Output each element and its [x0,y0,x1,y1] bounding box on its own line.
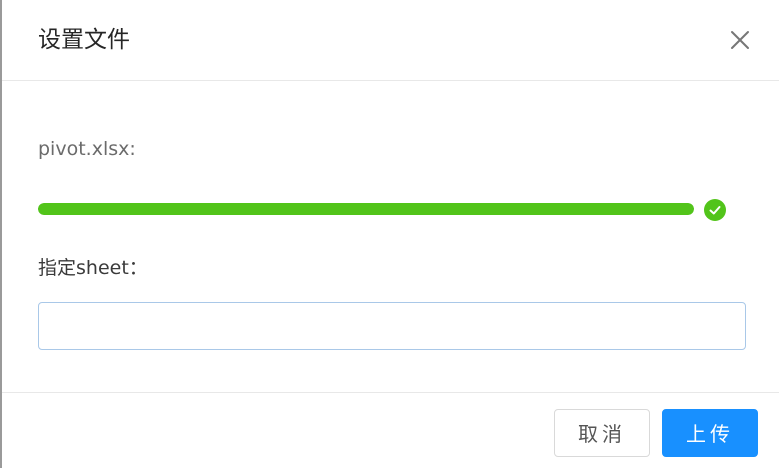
check-circle-icon [709,206,721,215]
cancel-button[interactable]: 取消 [554,409,650,457]
upload-success-status [704,199,726,221]
dialog-title: 设置文件 [38,27,130,53]
upload-progress-fill [38,203,694,215]
sheet-label: 指定sheet： [38,257,148,279]
file-name: pivot.xlsx: [38,138,136,160]
upload-settings-dialog: 设置文件 pivot.xlsx: 指定sheet： 取消 上传 [0,0,779,468]
upload-progress-bar [38,203,694,215]
dialog-header: 设置文件 [2,0,779,81]
sheet-input[interactable] [38,302,746,350]
close-icon [731,31,749,49]
dialog-footer: 取消 上传 [2,392,779,468]
upload-button[interactable]: 上传 [662,409,758,457]
close-button[interactable] [726,26,754,54]
